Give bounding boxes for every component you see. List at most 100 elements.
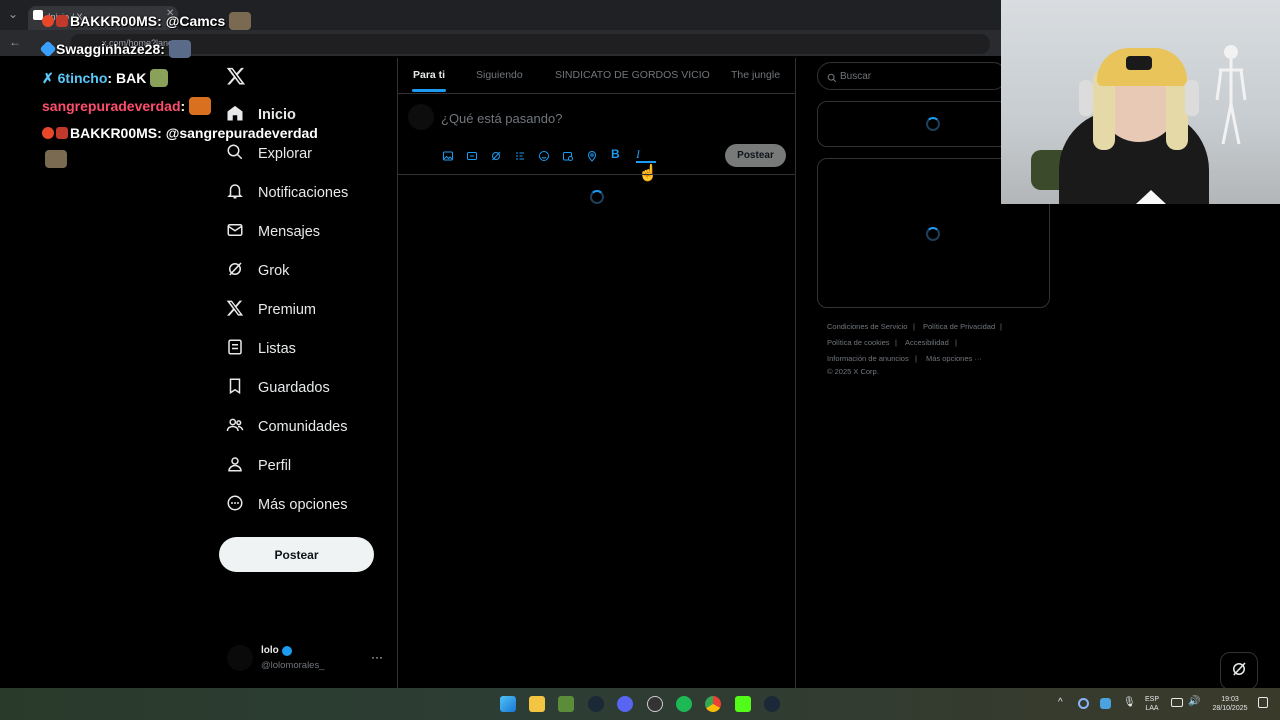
tab-siguiendo[interactable]: Siguiendo	[476, 69, 523, 81]
nav-item-explorar[interactable]: Explorar	[226, 137, 312, 171]
nav-label: Perfil	[258, 458, 292, 474]
sync-icon[interactable]	[1078, 698, 1089, 709]
sword-badge-icon: ✗	[42, 70, 54, 86]
tab-sindicato[interactable]: SINDICATO DE GORDOS VICIO	[555, 69, 710, 81]
location-icon[interactable]	[586, 149, 598, 167]
footer-link[interactable]: Política de cookies	[827, 338, 890, 347]
footer-link[interactable]: Más opciones ···	[926, 354, 982, 363]
language-indicator[interactable]: ESP LAA	[1141, 695, 1163, 713]
chat-message: Swagginhaze28:	[39, 40, 191, 58]
search-input[interactable]: Buscar	[817, 62, 1007, 90]
clock-time: 19:03	[1221, 696, 1239, 703]
footer-link[interactable]: Información de anuncios	[827, 354, 909, 363]
mouse-cursor-icon: ☝	[638, 165, 658, 182]
home-icon	[226, 104, 244, 126]
avatar[interactable]	[227, 645, 253, 671]
tray-app-icon[interactable]	[1100, 698, 1111, 709]
poll-icon[interactable]	[514, 149, 526, 167]
account-more-icon[interactable]: ···	[371, 650, 383, 664]
grok-icon[interactable]	[490, 149, 502, 167]
grok-icon	[1230, 660, 1248, 683]
footer-separator: |	[895, 338, 897, 347]
chat-username: BAKKR00MS	[70, 125, 158, 141]
tray-chevron-icon[interactable]: ^	[1058, 697, 1063, 708]
lang-bottom: LAA	[1145, 705, 1159, 712]
spotify-icon[interactable]	[676, 696, 692, 712]
emoji-icon[interactable]	[538, 149, 550, 167]
schedule-icon[interactable]	[562, 149, 574, 167]
bold-icon[interactable]: B	[611, 147, 620, 161]
bookmark-icon	[226, 377, 244, 399]
chat-badge-icon	[56, 15, 68, 27]
nav-item-guardados[interactable]: Guardados	[226, 371, 330, 405]
tab-para-ti[interactable]: Para ti	[413, 69, 445, 81]
x-logo-icon[interactable]	[226, 66, 246, 91]
search-icon	[226, 143, 244, 165]
clock-date: 28/10/2025	[1212, 705, 1248, 712]
windows-start-icon[interactable]	[500, 696, 516, 712]
person-icon	[226, 455, 244, 477]
chat-badge-icon	[39, 40, 57, 58]
kick-icon[interactable]	[735, 696, 751, 712]
footer-separator: |	[1000, 322, 1002, 331]
post-button-label: Postear	[274, 547, 319, 562]
headphone-left	[1079, 80, 1093, 116]
emote-icon	[189, 97, 212, 115]
notification-icon[interactable]	[1258, 697, 1268, 708]
webcam-overlay	[1001, 0, 1280, 204]
copyright: © 2025 X Corp.	[827, 367, 879, 376]
headphone-right	[1185, 80, 1199, 116]
nav-label: Premium	[258, 302, 317, 318]
footer-link[interactable]: Condiciones de Servicio	[827, 322, 907, 331]
nav-label: Notificaciones	[258, 185, 349, 201]
nav-item-mas-opciones[interactable]: Más opciones	[226, 488, 347, 522]
nav-item-premium[interactable]: Premium	[226, 293, 316, 327]
emote-icon	[168, 40, 191, 58]
tab-search-chevron-icon[interactable]: ⌄	[8, 7, 18, 21]
nav-item-comunidades[interactable]: Comunidades	[226, 410, 347, 444]
nav-item-notificaciones[interactable]: Notificaciones	[226, 176, 348, 210]
address-bar[interactable]: x.com/home?lang	[70, 34, 990, 54]
minecraft-icon[interactable]	[558, 696, 574, 712]
search-placeholder: Buscar	[840, 71, 872, 82]
steam-icon[interactable]	[764, 696, 780, 712]
bell-icon	[226, 182, 244, 204]
chrome-icon[interactable]	[705, 696, 721, 712]
footer-separator: |	[913, 322, 915, 331]
back-arrow-icon[interactable]: ←	[9, 35, 21, 49]
list-icon	[226, 338, 244, 360]
steam-icon[interactable]	[588, 696, 604, 712]
nav-item-perfil[interactable]: Perfil	[226, 449, 291, 483]
footer-link[interactable]: Accesibilidad	[905, 338, 949, 347]
compose-input[interactable]: ¿Qué está pasando?	[441, 111, 562, 126]
footer-separator: |	[915, 354, 917, 363]
nav-item-listas[interactable]: Listas	[226, 332, 296, 366]
volume-icon[interactable]: 🔊	[1188, 696, 1200, 707]
divider	[398, 93, 796, 94]
nav-item-inicio[interactable]: Inicio	[226, 98, 296, 132]
more-circle-icon	[226, 494, 244, 516]
chat-message: sangrepuradeverdad:	[42, 97, 212, 115]
italic-icon[interactable]: I	[636, 147, 640, 162]
tab-the-jungle[interactable]: The jungle	[731, 69, 780, 81]
compose-post-button[interactable]: Postear	[725, 144, 786, 167]
gif-icon[interactable]	[466, 149, 478, 167]
footer-link[interactable]: Política de Privacidad	[923, 322, 995, 331]
grok-float-button[interactable]	[1220, 652, 1258, 690]
clock[interactable]: 19:03 28/10/2025	[1206, 695, 1254, 713]
obs-icon[interactable]	[647, 696, 663, 712]
nav-label: Más opciones	[258, 497, 348, 513]
footer-separator: |	[955, 338, 957, 347]
lang-top: ESP	[1144, 696, 1159, 703]
nav-item-mensajes[interactable]: Mensajes	[226, 215, 320, 249]
file-explorer-icon[interactable]	[529, 696, 545, 712]
image-icon[interactable]	[442, 149, 454, 167]
post-button[interactable]: Postear	[219, 537, 374, 572]
chat-badge-icon	[42, 15, 54, 27]
nav-item-grok[interactable]: Grok	[226, 254, 289, 288]
nav-label: Inicio	[258, 107, 296, 123]
network-icon[interactable]	[1171, 698, 1183, 707]
chat-message: BAKKR00MS: @Camcs	[42, 12, 252, 30]
discord-icon[interactable]	[617, 696, 633, 712]
microphone-icon[interactable]: 🎙	[1123, 697, 1136, 708]
